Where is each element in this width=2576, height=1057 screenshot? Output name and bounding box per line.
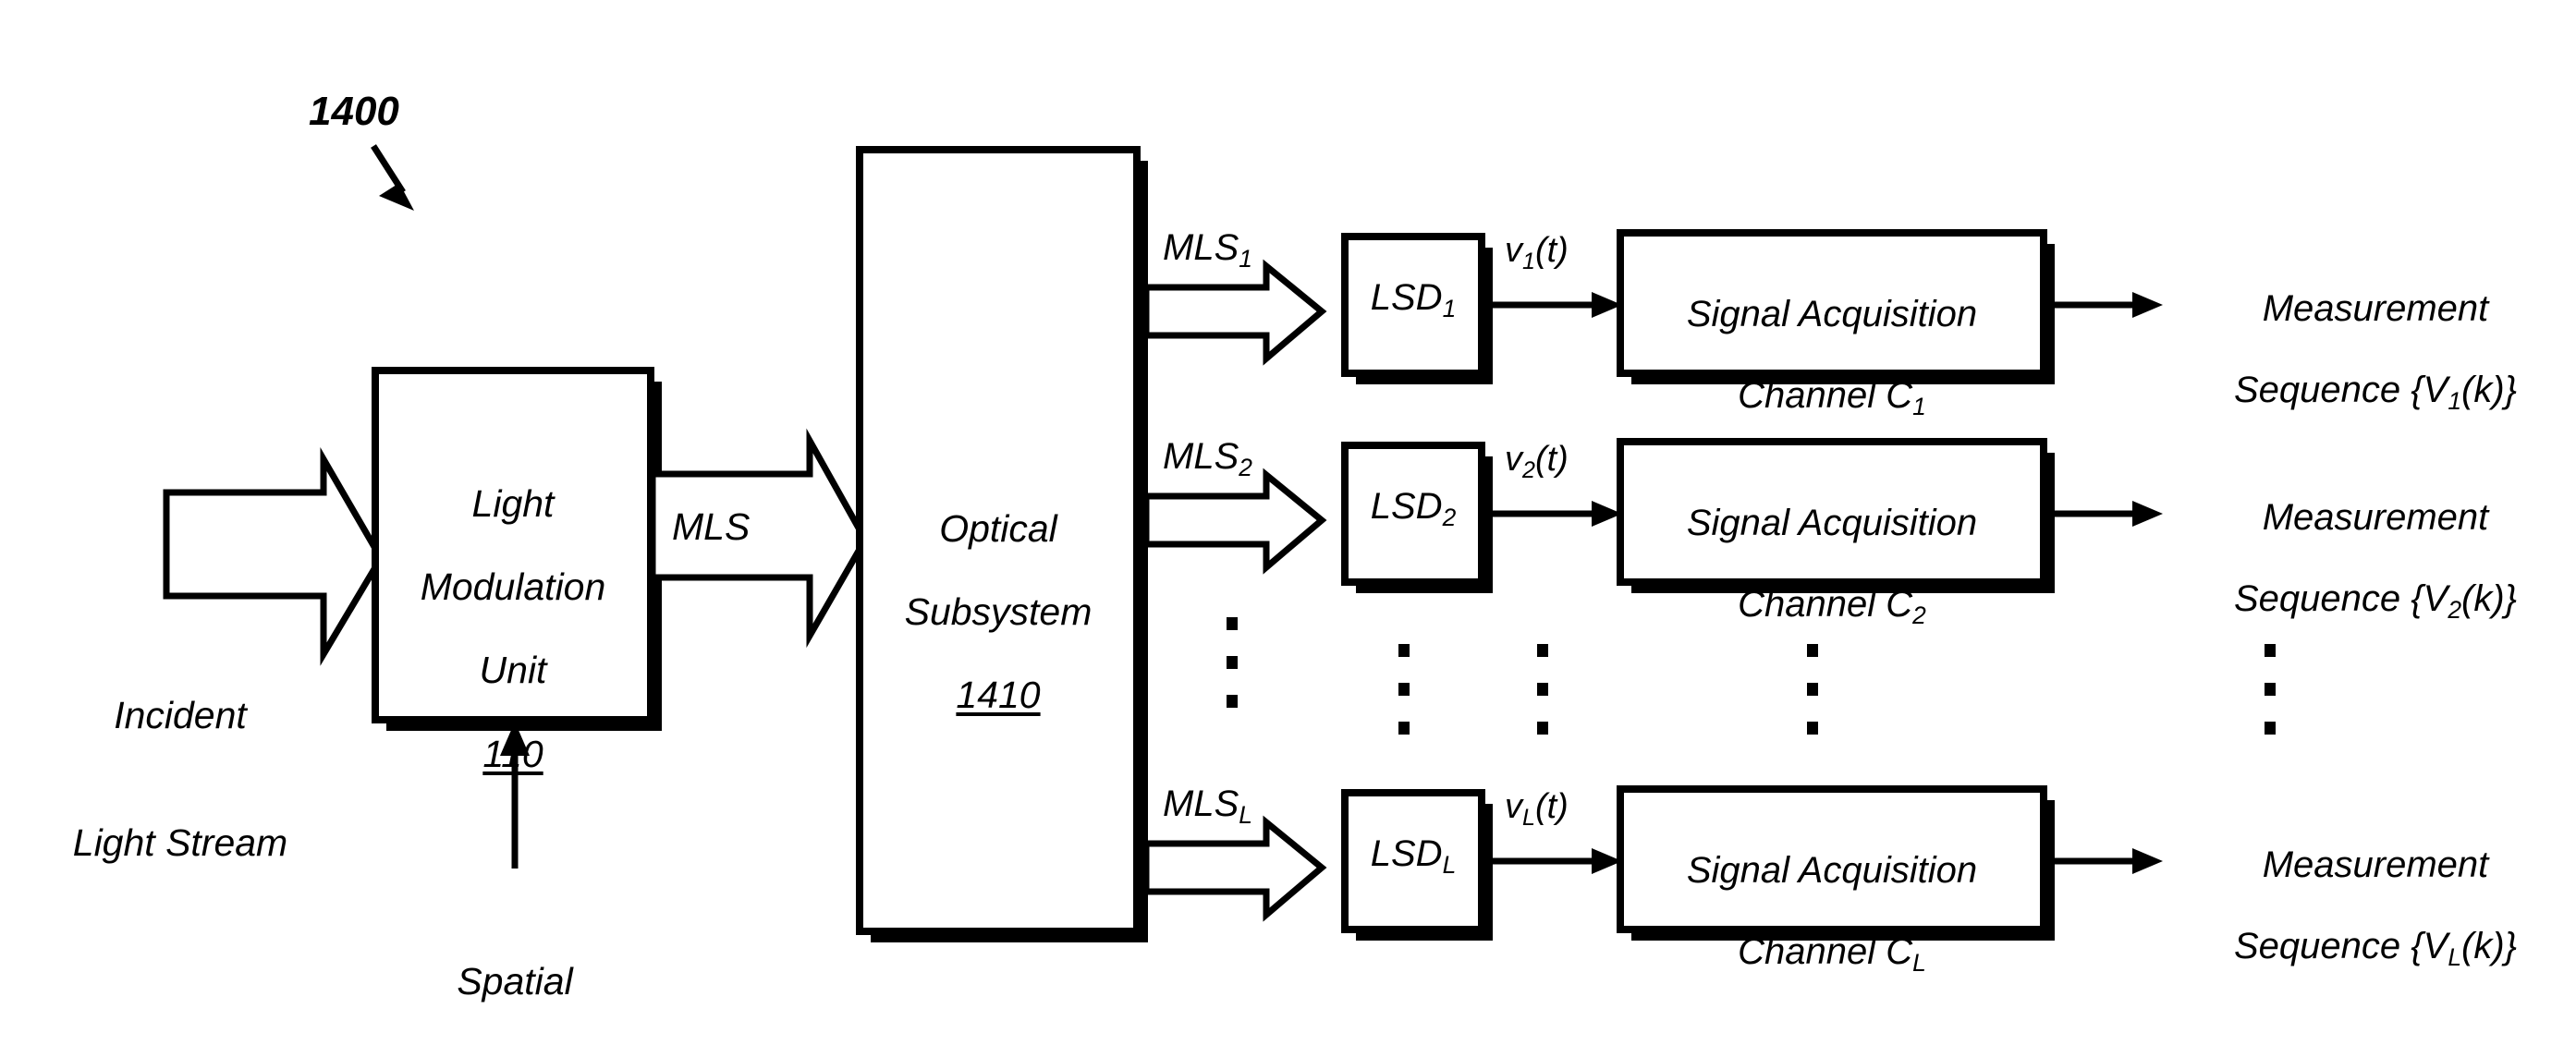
mls-1-base: MLS [1163, 227, 1239, 268]
v-1-tail: (t) [1534, 231, 1569, 270]
optical-subsystem-box-label: Optical Subsystem 1410 [860, 467, 1137, 759]
sac-L-line2: Channel CL [1620, 931, 2044, 976]
lsd-2-subscript: 2 [1442, 503, 1457, 531]
mls-1-subscript: 1 [1239, 244, 1252, 273]
v-1-arrow [1485, 292, 1622, 318]
v-2-label: v2(t) [1505, 440, 1569, 483]
measurement-L-line2-tail: (k)} [2461, 926, 2517, 966]
spatial-patterns-label: Spatial Patterns [362, 876, 667, 1057]
sac-1-line2-subscript: 1 [1912, 392, 1926, 420]
mls-L-label: MLSL [1163, 784, 1252, 829]
mls-2-block-arrow [1142, 468, 1327, 575]
measurement-1-line1: Measurement [2262, 288, 2489, 329]
spatial-patterns-line1: Spatial [457, 959, 573, 1002]
sac-2-line2-base: Channel C [1738, 584, 1913, 625]
incident-light-stream-label: Incident Light Stream [28, 610, 333, 949]
mls-L-block-arrow [1142, 815, 1327, 922]
measurement-2-line2-subscript: 2 [2448, 595, 2461, 624]
sac-2-line1: Signal Acquisition [1686, 503, 1978, 543]
figure-number: 1400 [309, 89, 399, 134]
mls-2-base: MLS [1163, 436, 1239, 477]
optical-subsystem-line2: Subsystem [904, 590, 1093, 634]
lmu-line1: Light [471, 482, 555, 526]
measurement-L-line2-base: Sequence {V [2234, 926, 2448, 966]
measurement-L-label: Measurement Sequence {VL(k)} [2177, 804, 2574, 1007]
incident-light-line2: Light Stream [72, 820, 288, 864]
figure-leader-arrow [371, 144, 414, 211]
incident-light-line1: Incident [114, 693, 247, 736]
measurement-1-label: Measurement Sequence {V1(k)} [2177, 248, 2574, 451]
v-L-subscript: L [1522, 804, 1535, 831]
sac-1-label: Signal Acquisition Channel C1 [1620, 253, 2044, 456]
measurement-2-line2-base: Sequence {V [2234, 578, 2448, 619]
v-1-label: v1(t) [1505, 231, 1569, 274]
lsd-1-subscript: 1 [1442, 294, 1457, 322]
sac-2-label: Signal Acquisition Channel C2 [1620, 462, 2044, 665]
figure-canvas: 1400 Incident Light Stream Light Modulat… [0, 0, 2576, 1057]
v-L-base: v [1505, 787, 1522, 826]
measurement-2-line2: Sequence {V2(k)} [2177, 578, 2574, 623]
mls-2-label: MLS2 [1163, 436, 1252, 481]
lmu-box-label: Light Modulation Unit 110 [375, 442, 651, 817]
lsd-L-base: LSD [1370, 833, 1443, 874]
measurement-2-label: Measurement Sequence {V2(k)} [2177, 456, 2574, 660]
mls-L-subscript: L [1239, 800, 1252, 829]
sac-1-line2-base: Channel C [1738, 375, 1913, 416]
sac-2-line2-subscript: 2 [1912, 601, 1926, 629]
lsd-1-label: LSD1 [1345, 277, 1482, 322]
sac-L-line2-subscript: L [1912, 948, 1926, 977]
v-2-arrow [1485, 501, 1622, 527]
lsd-1-base: LSD [1370, 277, 1443, 318]
sac-1-line1: Signal Acquisition [1686, 294, 1978, 334]
measurement-1-line2-tail: (k)} [2461, 370, 2517, 410]
optical-subsystem-ref-number: 1410 [956, 674, 1041, 717]
v-L-arrow [1485, 848, 1622, 874]
mls-1-block-arrow [1142, 259, 1327, 366]
v-2-tail: (t) [1534, 440, 1569, 479]
measurement-1-line2-subscript: 1 [2448, 386, 2461, 415]
measurement-L-line2-subscript: L [2448, 942, 2461, 971]
sac-L-line1: Signal Acquisition [1686, 850, 1978, 891]
v-1-subscript: 1 [1522, 248, 1535, 274]
mls-2-subscript: 2 [1239, 453, 1252, 481]
lmu-line2: Modulation [420, 565, 606, 609]
measurement-1-line2: Sequence {V1(k)} [2177, 370, 2574, 414]
lmu-line3: Unit [479, 649, 547, 692]
v-1-base: v [1505, 231, 1522, 270]
measurement-2-line2-tail: (k)} [2461, 578, 2517, 619]
v-2-subscript: 2 [1522, 456, 1535, 483]
lsd-2-label: LSD2 [1345, 486, 1482, 531]
mls-1-label: MLS1 [1163, 227, 1252, 273]
measurement-L-arrow [2047, 848, 2163, 874]
lmu-ref-number: 110 [482, 732, 543, 775]
lsd-L-subscript: L [1442, 850, 1457, 879]
v-2-base: v [1505, 440, 1522, 479]
measurement-L-line1: Measurement [2262, 844, 2489, 885]
sac-2-line2: Channel C2 [1620, 584, 2044, 628]
v-L-tail: (t) [1534, 787, 1569, 826]
measurement-1-line2-base: Sequence {V [2234, 370, 2448, 410]
measurement-L-line2: Sequence {VL(k)} [2177, 926, 2574, 970]
sac-1-line2: Channel C1 [1620, 375, 2044, 419]
v-L-label: vL(t) [1505, 787, 1569, 831]
lsd-L-label: LSDL [1345, 833, 1482, 879]
mls-L-base: MLS [1163, 784, 1239, 824]
lsd-2-base: LSD [1370, 486, 1443, 527]
measurement-2-line1: Measurement [2262, 497, 2489, 538]
optical-subsystem-line1: Optical [939, 507, 1057, 551]
sac-L-line2-base: Channel C [1738, 931, 1913, 972]
mls-label: MLS [672, 505, 751, 548]
sac-L-label: Signal Acquisition Channel CL [1620, 809, 2044, 1013]
measurement-2-arrow [2047, 501, 2163, 527]
measurement-1-arrow [2047, 292, 2163, 318]
